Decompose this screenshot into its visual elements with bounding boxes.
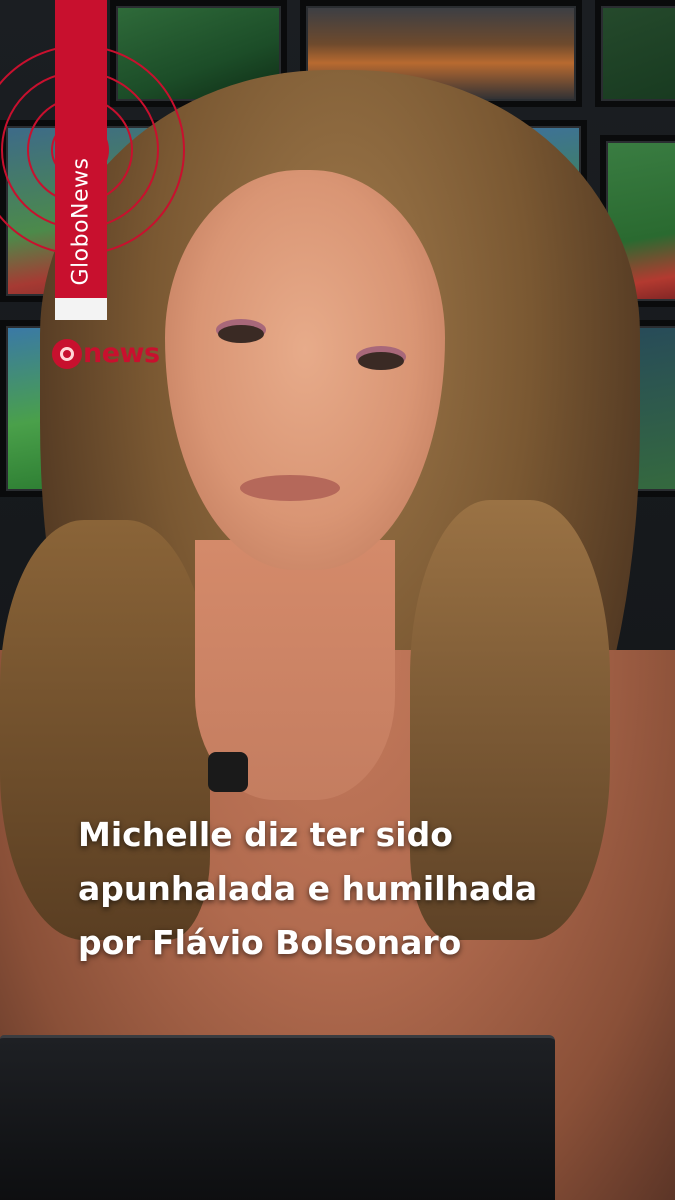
headline-line-1: Michelle diz ter sido xyxy=(78,815,453,854)
globonews-label-wrap: GloboNews xyxy=(55,0,107,298)
anchor-eye xyxy=(358,352,404,370)
onews-logo: news xyxy=(52,338,160,369)
headline: Michelle diz ter sido apunhalada e humil… xyxy=(78,808,638,970)
anchor-eye xyxy=(218,325,264,343)
globonews-label: GloboNews xyxy=(68,157,94,286)
globonews-side-banner: GloboNews xyxy=(55,0,107,320)
headline-line-3: por Flávio Bolsonaro xyxy=(78,923,462,962)
globo-circle-icon xyxy=(52,338,82,369)
lapel-microphone xyxy=(208,752,248,792)
onews-logo-text: news xyxy=(83,338,160,369)
headline-line-2: apunhalada e humilhada xyxy=(78,869,538,908)
anchor-mouth xyxy=(240,475,340,501)
video-frame[interactable]: GloboNews news Michelle diz ter sido apu… xyxy=(0,0,675,1200)
laptop xyxy=(0,1035,555,1200)
banner-cap xyxy=(55,298,107,320)
